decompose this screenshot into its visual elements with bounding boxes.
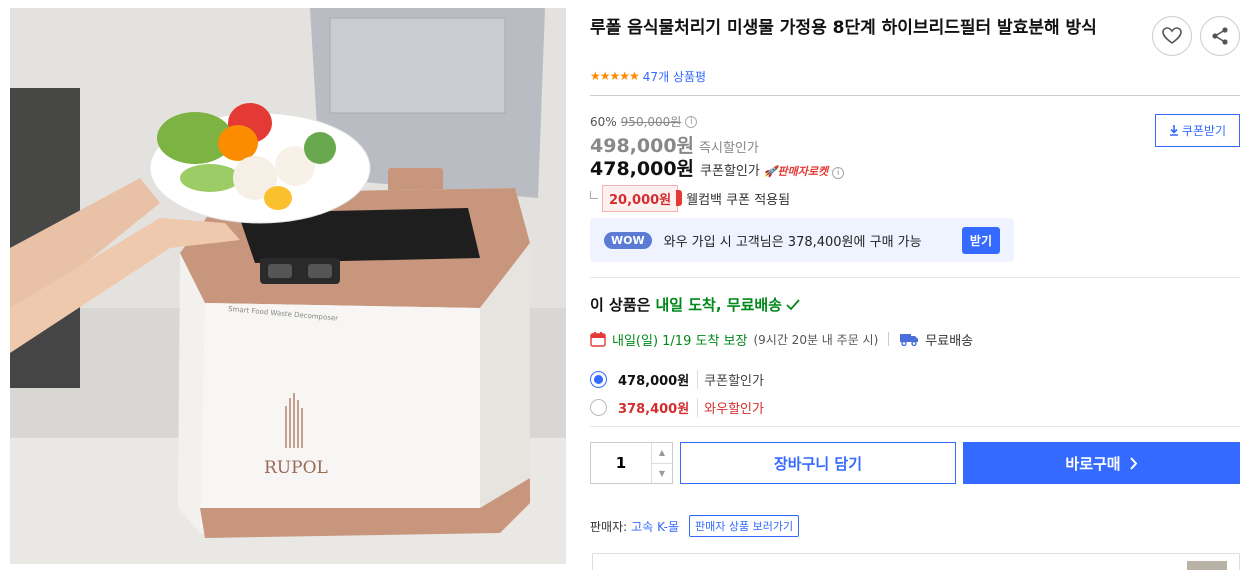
delivery-heading: 이 상품은 내일 도착, 무료배송 <box>590 294 801 315</box>
download-icon <box>1169 125 1178 136</box>
quantity-step-buttons: ▲ ▼ <box>651 443 672 483</box>
option-price: 378,400원 <box>618 401 690 417</box>
buy-now-button[interactable]: 바로구매 <box>963 442 1240 484</box>
product-brand-text: RUPOL <box>264 458 328 478</box>
lower-panel <box>592 553 1240 570</box>
check-icon <box>786 298 800 310</box>
radio-unselected[interactable] <box>590 398 607 416</box>
delivery-heading-prefix: 이 상품은 <box>590 296 651 314</box>
get-coupon-button[interactable]: 쿠폰받기 <box>1155 114 1240 147</box>
welcome-coupon-amount: 20,000원 <box>602 184 683 212</box>
product-title: 루폴 음식물처리기 미생물 가정용 8단계 하이브리드필터 발효분해 방식 <box>590 18 1097 38</box>
buy-now-label: 바로구매 <box>1065 454 1121 473</box>
product-photo: RUPOL Smart Food Waste Decomposer <box>10 8 566 564</box>
wow-text: 와우 가입 시 고객님은 378,400원에 구매 가능 <box>663 234 922 250</box>
seller-products-link[interactable]: 판매자 상품 보러가기 <box>689 515 800 537</box>
quantity-stepper[interactable]: ▲ ▼ <box>590 442 673 484</box>
seller-label: 판매자: <box>590 519 628 534</box>
original-price: 950,000원 <box>620 115 682 129</box>
arrival-date: 내일(일) 1/19 도착 보장 <box>612 333 748 349</box>
divider <box>590 426 1240 427</box>
welcome-coupon-row: 20,000원 웰컴백 쿠폰 적용됨 <box>590 184 791 212</box>
rating-summary[interactable]: ★★★★★ 47개 상품평 <box>590 67 706 85</box>
get-coupon-label: 쿠폰받기 <box>1181 124 1227 138</box>
share-button[interactable] <box>1200 16 1240 56</box>
price-option-wow[interactable]: 378,400원 와우할인가 <box>590 397 764 417</box>
coupon-price-row: 478,000원 쿠폰할인가 🚀판매자로켓 i <box>590 154 845 181</box>
divider <box>590 95 1240 96</box>
delivery-heading-highlight: 내일 도착, 무료배송 <box>655 296 782 314</box>
wow-receive-button[interactable]: 받기 <box>961 226 1000 254</box>
product-info-panel: 루폴 음식물처리기 미생물 가정용 8단계 하이브리드필터 발효분해 방식 ★★… <box>590 0 1240 570</box>
share-icon <box>1212 27 1228 45</box>
discount-row: 60% 950,000원 i <box>590 113 698 130</box>
delivery-info-row: 내일(일) 1/19 도착 보장 (9시간 20분 내 주문 시) 무료배송 <box>590 329 973 349</box>
seller-rocket-badge: 🚀판매자로켓 <box>763 165 829 178</box>
option-label: 와우할인가 <box>697 397 764 417</box>
review-count-link[interactable]: 47개 상품평 <box>643 68 706 85</box>
increment-icon[interactable]: ▲ <box>652 443 672 463</box>
heart-icon <box>1162 27 1182 44</box>
separator <box>888 332 890 346</box>
option-price: 478,000원 <box>618 373 690 389</box>
discount-rate: 60% <box>590 114 617 129</box>
free-shipping-text: 무료배송 <box>925 333 974 349</box>
add-to-cart-button[interactable]: 장바구니 담기 <box>680 442 956 484</box>
wow-badge: WOW <box>604 231 652 249</box>
divider <box>590 277 1240 278</box>
add-to-cart-label: 장바구니 담기 <box>773 454 863 473</box>
chevron-right-icon <box>1129 456 1137 470</box>
radio-selected[interactable] <box>590 370 607 388</box>
thumbnail-image[interactable] <box>1187 561 1227 570</box>
wishlist-button[interactable] <box>1152 16 1192 56</box>
seller-name-link[interactable]: 고속 K-몰 <box>631 518 679 535</box>
truck-icon <box>900 334 919 346</box>
welcome-coupon-text: 웰컴백 쿠폰 적용됨 <box>686 192 791 208</box>
coupon-label: 쿠폰할인가 <box>700 164 760 179</box>
calendar-icon <box>590 332 606 347</box>
product-image[interactable]: RUPOL Smart Food Waste Decomposer <box>10 8 566 564</box>
rating-stars: ★★★★★ <box>590 69 640 83</box>
info-icon[interactable]: i <box>685 115 698 128</box>
price-option-coupon[interactable]: 478,000원 쿠폰할인가 <box>590 369 764 389</box>
coupon-price: 478,000원 <box>590 158 695 180</box>
seller-row: 판매자: 고속 K-몰 판매자 상품 보러가기 <box>590 515 800 537</box>
decrement-icon[interactable]: ▼ <box>652 462 672 484</box>
quantity-input[interactable] <box>591 443 651 483</box>
wow-membership-box: WOW 와우 가입 시 고객님은 378,400원에 구매 가능 받기 <box>590 218 1014 262</box>
info-icon[interactable]: i <box>832 167 845 179</box>
tree-elbow <box>590 191 598 199</box>
option-label: 쿠폰할인가 <box>697 369 764 389</box>
arrival-note: (9시간 20분 내 주문 시) <box>753 332 879 347</box>
